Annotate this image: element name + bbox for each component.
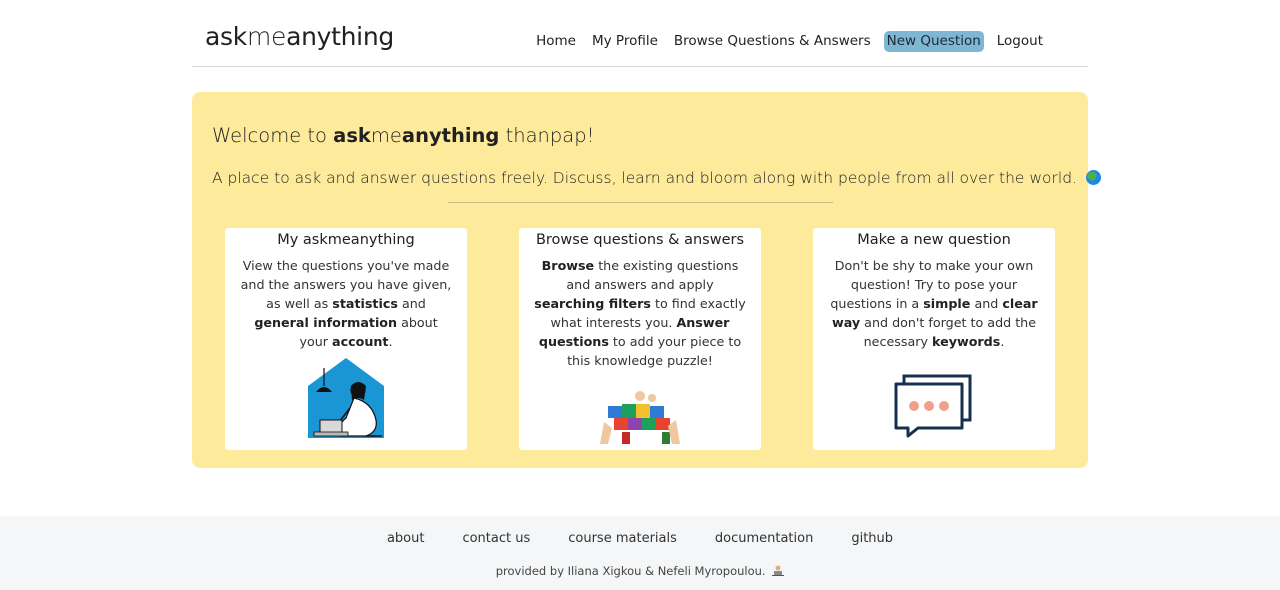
site-header: askmeanything Home My Profile Browse Que… (192, 0, 1088, 67)
chat-bubbles-illustration (894, 374, 972, 438)
card-browse[interactable]: Browse questions & answers Browse the ex… (519, 228, 761, 450)
footer-links: about contact us course materials docume… (0, 531, 1280, 546)
card-title: Browse questions & answers (535, 232, 745, 248)
welcome-brand-me: me (370, 124, 402, 147)
logo-me: me (246, 22, 287, 51)
welcome-brand-anything: anything (401, 124, 500, 147)
card-text: View the questions you've made and the a… (240, 258, 452, 349)
welcome-panel: Welcome to askmeanything thanpap! A plac… (192, 92, 1101, 468)
main-nav: Home My Profile Browse Questions & Answe… (523, 31, 1046, 52)
card-my-askmeanything[interactable]: My askmeanything View the questions you'… (225, 228, 467, 450)
nav-my-profile[interactable]: My Profile (589, 31, 661, 52)
person-with-laptop-illustration (308, 358, 384, 438)
nav-logout[interactable]: Logout (994, 31, 1046, 52)
welcome-heading: Welcome to askmeanything thanpap! (212, 124, 594, 147)
nav-browse[interactable]: Browse Questions & Answers (671, 31, 874, 52)
logo-anything: anything (286, 22, 394, 51)
card-text: Browse the existing questions and answer… (534, 258, 746, 368)
footer-link-documentation[interactable]: documentation (715, 531, 813, 546)
credit-text: provided by Iliana Xigkou & Nefeli Myrop… (495, 564, 766, 578)
logo-ask: ask (205, 22, 247, 51)
welcome-lead: A place to ask and answer questions free… (212, 169, 1101, 187)
nav-new-question[interactable]: New Question (883, 31, 984, 52)
card-text: Don't be shy to make your own question! … (830, 258, 1038, 349)
site-logo[interactable]: askmeanything (205, 22, 394, 51)
technologist-icon (772, 565, 785, 576)
card-new-question[interactable]: Make a new question Don't be shy to make… (813, 228, 1055, 450)
divider (448, 202, 833, 203)
globe-icon (1085, 170, 1101, 185)
welcome-username: thanpap! (499, 124, 595, 147)
card-title: My askmeanything (277, 232, 415, 248)
welcome-brand-ask: ask (333, 124, 371, 147)
lead-text: A place to ask and answer questions free… (212, 169, 1077, 187)
footer-link-course-materials[interactable]: course materials (568, 531, 677, 546)
footer-credit: provided by Iliana Xigkou & Nefeli Myrop… (0, 564, 1280, 578)
puzzle-hands-illustration (600, 391, 680, 444)
welcome-prefix: Welcome to (212, 124, 334, 147)
card-title: Make a new question (857, 232, 1011, 248)
footer-link-about[interactable]: about (387, 531, 425, 546)
footer-link-github[interactable]: github (851, 531, 893, 546)
footer-link-contact[interactable]: contact us (462, 531, 530, 546)
site-footer: about contact us course materials docume… (0, 516, 1280, 590)
nav-home[interactable]: Home (533, 31, 579, 52)
